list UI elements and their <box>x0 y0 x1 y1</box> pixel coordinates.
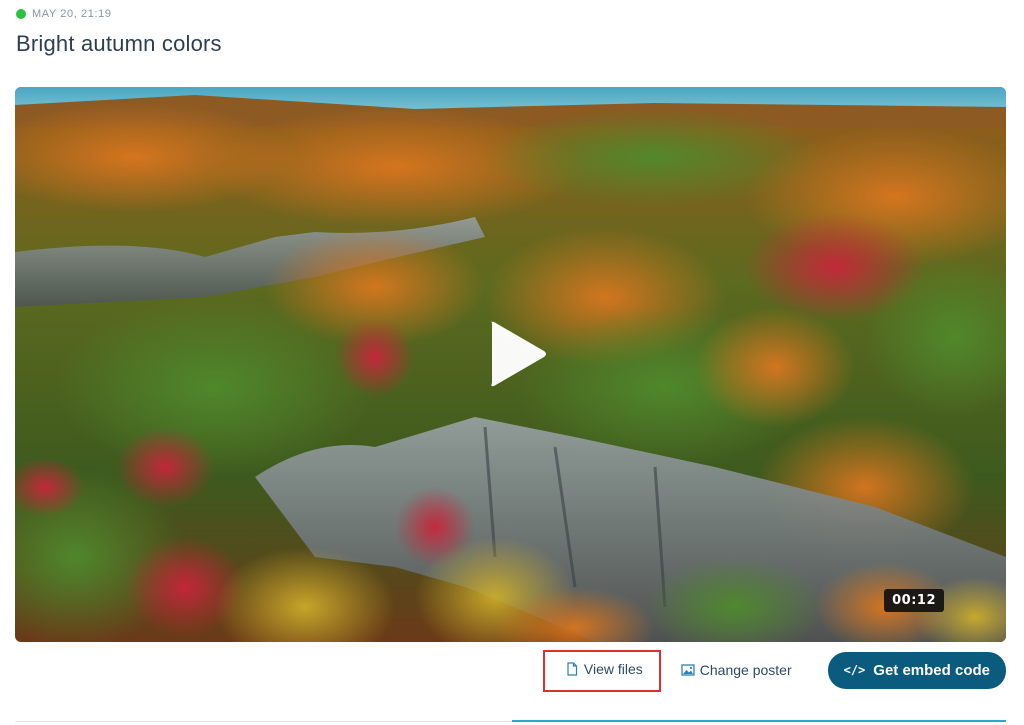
timestamp: MAY 20, 21:19 <box>32 8 112 20</box>
video-title: Bright autumn colors <box>16 31 222 56</box>
video-player[interactable]: 00:12 <box>15 87 1006 642</box>
play-button[interactable] <box>488 319 548 389</box>
video-detail-page: MAY 20, 21:19 Bright autumn colors 00:12… <box>0 0 1024 725</box>
change-poster-link[interactable]: Change poster <box>669 654 804 686</box>
duration-badge: 00:12 <box>884 589 944 612</box>
video-actions: View files Change poster </> Get embed c… <box>542 648 1006 692</box>
play-icon <box>491 321 546 387</box>
active-tab-indicator <box>512 720 1006 722</box>
post-meta: MAY 20, 21:19 <box>16 8 112 20</box>
tab-divider <box>15 721 512 722</box>
change-poster-label: Change poster <box>699 662 792 678</box>
status-dot <box>16 9 26 19</box>
code-icon: </> <box>843 663 866 677</box>
image-icon <box>681 664 695 676</box>
file-icon <box>567 662 577 676</box>
view-files-link[interactable]: View files <box>542 650 661 692</box>
embed-button-label: Get embed code <box>873 661 990 679</box>
view-files-label: View files <box>583 661 643 677</box>
get-embed-code-button[interactable]: </> Get embed code <box>827 651 1006 689</box>
